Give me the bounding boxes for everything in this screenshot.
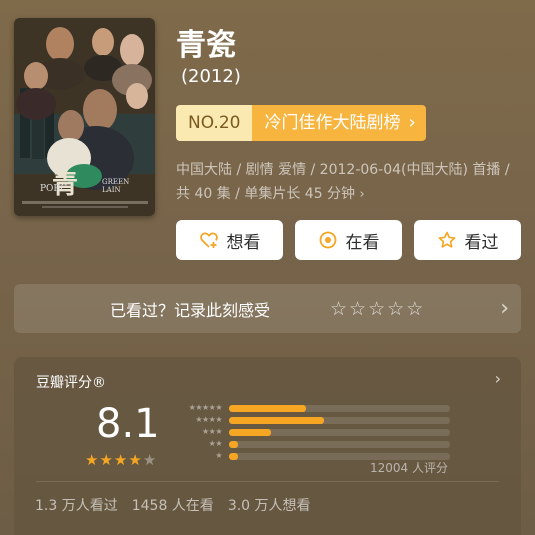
distribution-bar-fill [229, 429, 271, 436]
four-star-label: ★★★★ [195, 415, 222, 424]
chevron-right-icon[interactable]: › [495, 369, 501, 388]
poster-artwork [14, 18, 155, 216]
circle-dot-icon [319, 231, 336, 249]
distribution-bar-fill [229, 441, 238, 448]
chevron-right-icon: › [500, 296, 509, 321]
poster-credits-2 [42, 206, 128, 208]
rating-title: 豆瓣评分® [36, 375, 106, 391]
star-outline-icon[interactable]: ☆ [387, 298, 404, 320]
rating-distribution-row: ★ [172, 451, 450, 461]
want-to-watch-button[interactable]: 想看 [176, 220, 283, 260]
three-star-label: ★★★ [201, 427, 223, 436]
star-filled-icon: ★ [99, 451, 113, 469]
rank-number: NO.20 [176, 105, 253, 141]
poster[interactable]: 青 PORC GREEN LAIN [14, 18, 155, 216]
one-star-label: ★ [215, 451, 222, 460]
poster-title-en: PORC [40, 184, 68, 194]
rating-stars: ★ ★ ★ ★ ★ [85, 451, 156, 469]
heart-plus-icon [199, 232, 218, 248]
record-feeling-label: 已看过？记录此刻感受 [110, 300, 271, 320]
chevron-right-icon: › [359, 187, 365, 202]
rank-badge[interactable]: NO.20 冷门佳作大陆剧榜 › [176, 105, 426, 141]
rating-distribution-row: ★★★ [172, 427, 450, 437]
poster-title-cn: 青 [52, 170, 81, 200]
distribution-bar [229, 417, 450, 424]
want-count[interactable]: 3.0 万人想看 [228, 495, 311, 515]
want-to-watch-label: 想看 [226, 232, 261, 253]
distribution-bar [229, 405, 450, 412]
five-star-label: ★★★★★ [188, 403, 223, 412]
rating-distribution-row: ★★ [172, 439, 450, 449]
movie-meta[interactable]: 中国大陆 / 剧情 爱情 / 2012-06-04(中国大陆) 首播 / 共 4… [176, 158, 526, 207]
watched-button[interactable]: 看过 [414, 220, 521, 260]
douban-rating-card[interactable]: 豆瓣评分® › 8.1 ★ ★ ★ ★ ★ ★★★★★ ★★★★ ★★★ ★★ … [14, 357, 521, 535]
watching-button[interactable]: 在看 [295, 220, 402, 260]
distribution-bar [229, 429, 450, 436]
watched-label: 看过 [464, 232, 499, 253]
watching-count[interactable]: 1458 人在看 [132, 495, 214, 515]
distribution-bar-fill [229, 453, 238, 460]
distribution-bar-fill [229, 405, 307, 412]
chevron-right-icon: › [408, 112, 416, 133]
record-rating-stars[interactable]: ☆ ☆ ☆ ☆ ☆ [330, 298, 423, 320]
star-outline-icon[interactable]: ☆ [330, 298, 347, 320]
movie-meta-text: 中国大陆 / 剧情 爱情 / 2012-06-04(中国大陆) 首播 / 共 4… [176, 162, 510, 202]
star-outline-icon[interactable]: ☆ [349, 298, 366, 320]
watch-stats: 1.3 万人看过 1458 人在看 3.0 万人想看 [35, 495, 311, 515]
star-outline-icon[interactable]: ☆ [368, 298, 385, 320]
page-title: 青瓷 [176, 28, 236, 63]
rating-distribution-row: ★★★★★ [172, 403, 450, 413]
star-outline-icon[interactable]: ☆ [406, 298, 423, 320]
two-star-label: ★★ [208, 439, 223, 448]
divider [36, 481, 499, 482]
star-empty-icon: ★ [142, 451, 157, 469]
release-year: (2012) [181, 66, 241, 87]
distribution-bar [229, 441, 450, 448]
poster-credits [22, 201, 148, 204]
poster-title-en-2: GREEN LAIN [102, 178, 130, 194]
watched-count[interactable]: 1.3 万人看过 [35, 495, 118, 515]
star-filled-icon: ★ [85, 451, 99, 469]
rank-list-label: 冷门佳作大陆剧榜 [264, 113, 401, 133]
distribution-bar-fill [229, 417, 325, 424]
star-filled-icon: ★ [128, 451, 142, 469]
rating-score: 8.1 [96, 401, 160, 447]
rating-distribution-row: ★★★★ [172, 415, 450, 425]
rank-list-link[interactable]: 冷门佳作大陆剧榜 › [252, 105, 426, 141]
star-outline-icon [438, 231, 455, 248]
record-feeling-bar[interactable]: 已看过？记录此刻感受 ☆ ☆ ☆ ☆ ☆ › [14, 284, 521, 333]
watching-label: 在看 [345, 232, 380, 253]
star-filled-icon: ★ [113, 451, 128, 469]
rating-count: 12004 人评分 [370, 461, 448, 475]
